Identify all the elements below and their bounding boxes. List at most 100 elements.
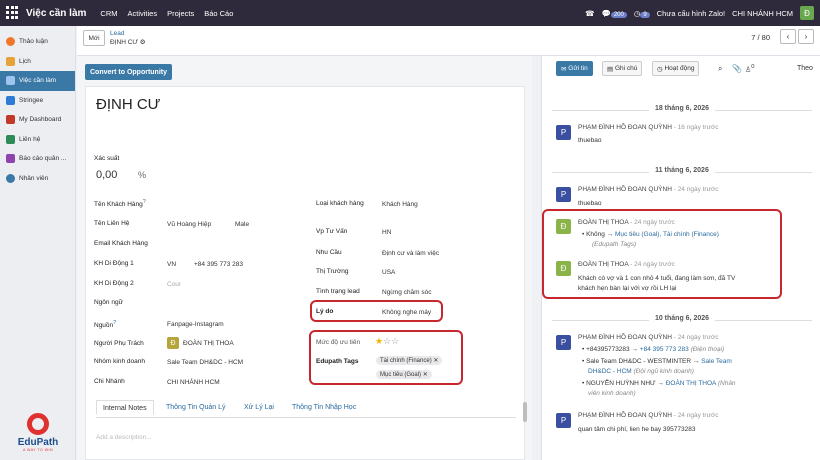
- mobile-1-input[interactable]: +84 395 773 283: [194, 261, 243, 268]
- form-sheet: ĐỊNH CƯ Xác suất 0,00 % Tên Khách Hàng? …: [85, 86, 525, 460]
- send-message-button[interactable]: ✉ Gửi tin: [556, 61, 593, 76]
- date-separator: 11 tháng 6, 2026: [552, 167, 812, 177]
- employees-icon: [6, 173, 15, 183]
- menu-reports[interactable]: Báo Cáo: [204, 9, 233, 18]
- form-scrollbar[interactable]: [523, 402, 527, 422]
- sales-team-input[interactable]: Sale Team DH&DC - HCM: [167, 359, 243, 366]
- phone-icon[interactable]: ☎: [585, 9, 594, 18]
- description-input[interactable]: Add a description...: [96, 434, 152, 441]
- follow-button[interactable]: Theo: [797, 65, 813, 72]
- field-label-need: Nhu Cầu: [316, 249, 342, 256]
- sidebar-item-todo[interactable]: Việc cần làm: [0, 71, 75, 91]
- message-avatar[interactable]: Đ: [556, 219, 571, 234]
- close-icon[interactable]: ✕: [423, 372, 428, 378]
- sidebar-item-employees[interactable]: Nhân viên: [0, 169, 75, 189]
- tracking-change-cont: DH&DC - HCM (Đội ngũ kinh doanh): [588, 368, 694, 375]
- contacts-icon: [6, 134, 15, 144]
- user-avatar[interactable]: Đ: [800, 6, 814, 20]
- message-avatar[interactable]: P: [556, 125, 571, 140]
- need-input[interactable]: Định cư và làm việc: [382, 250, 439, 257]
- tag-goal[interactable]: Mục tiêu (Goal) ✕: [376, 370, 432, 379]
- calendar-icon: [6, 56, 15, 66]
- tag-finance[interactable]: Tài chính (Finance) ✕: [376, 356, 443, 365]
- messages-icon[interactable]: 💬 200: [602, 9, 627, 18]
- zalo-status[interactable]: Chưa cấu hình Zalo!: [657, 9, 725, 18]
- star-filled-icon[interactable]: ★: [375, 336, 383, 346]
- message-avatar[interactable]: P: [556, 187, 571, 202]
- breadcrumb-current-label: ĐỊNH CƯ: [110, 39, 138, 46]
- branch-input[interactable]: CHI NHÁNH HCM: [167, 379, 220, 386]
- help-icon[interactable]: ?: [113, 320, 116, 326]
- clock-icon: ◷: [657, 65, 665, 73]
- followers-icon[interactable]: ♙0: [745, 64, 755, 73]
- form-area: Convert to Opportunity ĐỊNH CƯ Xác suất …: [77, 56, 532, 460]
- discuss-icon: [6, 37, 15, 47]
- message-avatar[interactable]: Đ: [556, 261, 571, 276]
- lead-title[interactable]: ĐỊNH CƯ: [96, 96, 160, 113]
- app-grid-icon[interactable]: [6, 6, 20, 20]
- mobile-2-country[interactable]: Cour: [167, 281, 181, 288]
- customer-type-input[interactable]: Khách Hàng: [382, 201, 418, 208]
- advisory-office-input[interactable]: HN: [382, 229, 391, 236]
- close-icon[interactable]: ✕: [433, 358, 438, 364]
- sidebar-item-contacts[interactable]: Liên hệ: [0, 130, 75, 150]
- gender-select[interactable]: Male: [235, 221, 249, 228]
- schedule-activity-button[interactable]: ◷ Hoạt động: [652, 61, 700, 76]
- menu-projects[interactable]: Projects: [167, 9, 194, 18]
- message-avatar[interactable]: P: [556, 335, 571, 350]
- lead-status-input[interactable]: Ngừng chăm sóc: [382, 289, 432, 296]
- field-label-edupath-tags: Edupath Tags: [316, 358, 359, 365]
- source-input[interactable]: Fanpage-Instagram: [167, 321, 224, 328]
- menu-crm[interactable]: CRM: [100, 9, 117, 18]
- message-author: PHẠM ĐÌNH HỒ ĐOAN QUỲNH - 24 ngày trước: [578, 412, 719, 419]
- gear-icon[interactable]: ⚙: [140, 39, 146, 46]
- message-author: PHẠM ĐÌNH HỒ ĐOAN QUỲNH - 24 ngày trước: [578, 334, 719, 341]
- mobile-1-country[interactable]: VN: [167, 261, 176, 268]
- pager-previous-button[interactable]: ‹: [780, 29, 796, 44]
- menu-activities[interactable]: Activities: [128, 9, 158, 18]
- help-icon[interactable]: ?: [143, 199, 146, 205]
- sidebar-item-discuss[interactable]: Thảo luận: [0, 32, 75, 52]
- sidebar-item-label: Báo cáo quản ...: [19, 155, 67, 163]
- tracking-change: • Không → Mục tiêu (Goal), Tài chính (Fi…: [582, 231, 719, 238]
- message-avatar[interactable]: P: [556, 413, 571, 428]
- convert-to-opportunity-button[interactable]: Convert to Opportunity: [85, 64, 172, 80]
- message-author: ĐOÀN THỊ THOA - 24 ngày trước: [578, 219, 675, 226]
- paperclip-icon[interactable]: 📎: [732, 64, 742, 73]
- tab-management-info[interactable]: Thông Tin Quản Lý: [166, 404, 226, 411]
- tab-internal-notes[interactable]: Internal Notes: [96, 400, 154, 415]
- probability-input[interactable]: 0,00: [96, 169, 117, 181]
- pager-next-button[interactable]: ›: [798, 29, 814, 44]
- sidebar-item-dashboard[interactable]: My Dashboard: [0, 110, 75, 130]
- sidebar-item-reports[interactable]: Báo cáo quản ...: [0, 149, 75, 169]
- field-label-mobile-1: KH Di Động 1: [94, 260, 134, 267]
- search-icon[interactable]: ⌕: [718, 64, 722, 74]
- new-button[interactable]: Mới: [83, 30, 105, 46]
- arrow-right-icon: →: [692, 358, 700, 365]
- priority-stars[interactable]: ★☆☆: [375, 336, 399, 347]
- market-input[interactable]: USA: [382, 269, 395, 276]
- field-label-reason: Lý do: [316, 308, 334, 315]
- sidebar-item-calendar[interactable]: Lịch: [0, 52, 75, 72]
- activity-clock-icon[interactable]: ◷ 9: [634, 9, 650, 18]
- reason-input[interactable]: Không nghe máy: [382, 309, 431, 316]
- branch-switcher[interactable]: CHI NHÁNH HCM: [732, 9, 793, 18]
- chatter-panel: ✉ Gửi tin ▤ Ghi chú ◷ Hoạt động ⌕ 📎 ♙0 T…: [541, 56, 820, 460]
- message-author: PHẠM ĐÌNH HỒ ĐOAN QUỲNH - 16 ngày trước: [578, 124, 719, 131]
- app-name[interactable]: Việc cần làm: [26, 8, 86, 19]
- note-icon: ▤: [607, 65, 615, 73]
- salesperson-input[interactable]: ĐOÀN THỊ THOA: [183, 340, 234, 347]
- star-empty-icon[interactable]: ☆: [391, 336, 399, 346]
- tab-reprocess[interactable]: Xử Lý Lại: [244, 404, 274, 411]
- breadcrumb-parent[interactable]: Lead: [110, 30, 124, 37]
- pencil-icon: [6, 76, 15, 86]
- tracking-change: • Sale Team DH&DC - WESTMINTER → Sale Te…: [582, 358, 732, 365]
- log-note-button[interactable]: ▤ Ghi chú: [602, 61, 643, 76]
- star-empty-icon[interactable]: ☆: [383, 336, 391, 346]
- field-label-language: Ngôn ngữ: [94, 299, 123, 306]
- contact-name-input[interactable]: Vũ Hoàng Hiệp: [167, 221, 211, 228]
- field-label-customer-name: Tên Khách Hàng?: [94, 199, 146, 209]
- log-note-label: Ghi chú: [614, 65, 638, 72]
- tab-enrollment-info[interactable]: Thông Tin Nhập Học: [292, 404, 356, 411]
- sidebar-item-stringee[interactable]: Stringee: [0, 91, 75, 111]
